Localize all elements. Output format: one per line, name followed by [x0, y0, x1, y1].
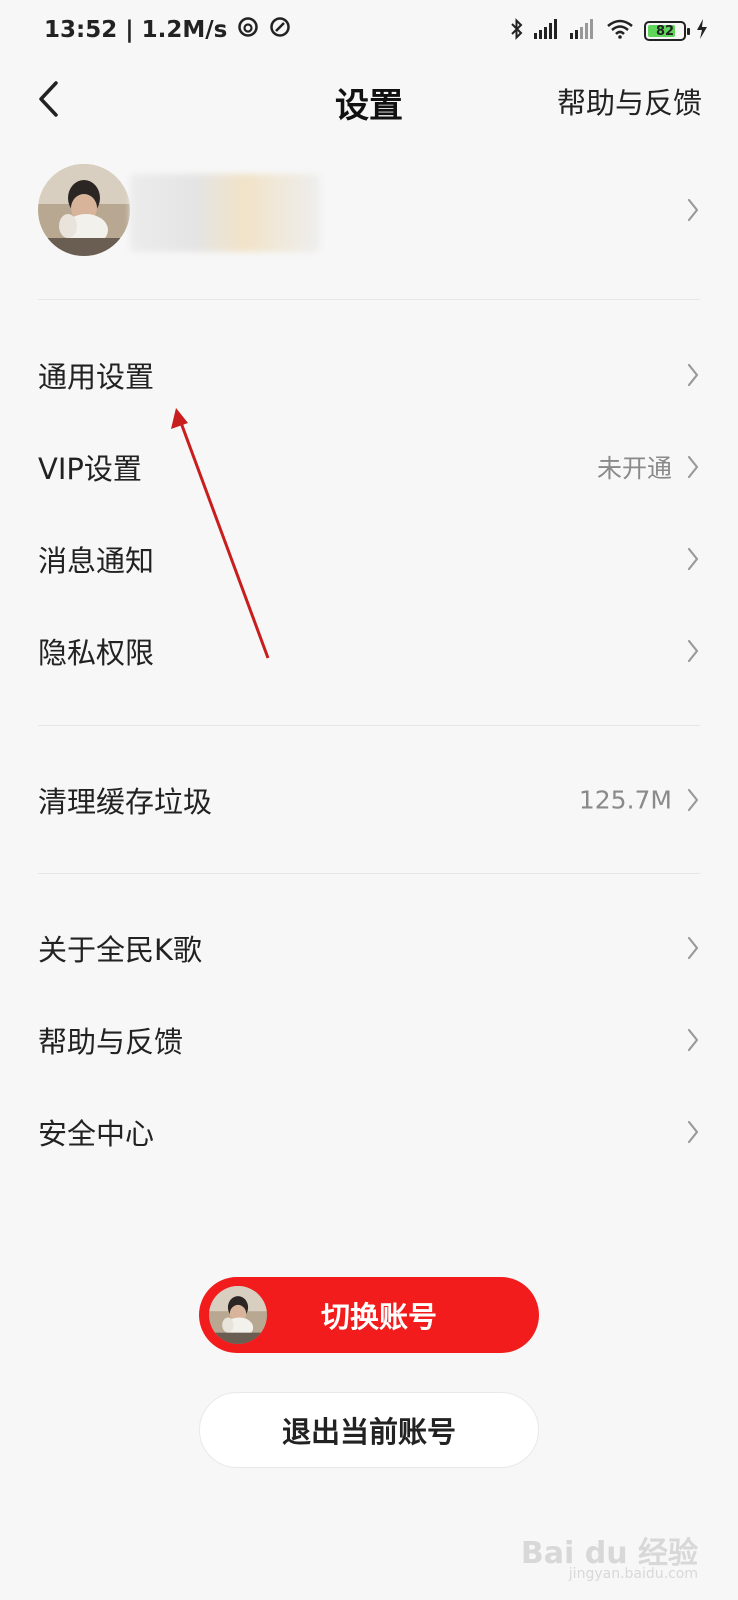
- status-time: 13:52 | 1.2M/s: [44, 17, 228, 43]
- signal-icon-2: [570, 19, 596, 43]
- logout-label: 退出当前账号: [281, 1415, 456, 1449]
- battery-level: 82: [655, 23, 675, 39]
- profile-row[interactable]: [38, 160, 700, 260]
- charging-icon: [696, 19, 708, 43]
- settings-row-help[interactable]: 帮助与反馈: [38, 994, 700, 1086]
- bluetooth-icon: [510, 18, 524, 44]
- avatar: [38, 164, 130, 256]
- nav-bar: 设置 帮助与反馈: [0, 64, 738, 134]
- chevron-right-icon: [687, 639, 699, 663]
- settings-row-notifications[interactable]: 消息通知: [38, 513, 700, 605]
- row-label: 通用设置: [38, 360, 155, 394]
- row-label: VIP设置: [38, 452, 142, 486]
- chevron-right-icon: [687, 936, 699, 960]
- logout-button[interactable]: 退出当前账号: [199, 1392, 539, 1468]
- back-arrow-icon: [39, 81, 58, 117]
- app-notification-icon: [269, 16, 291, 44]
- settings-row-clear-cache[interactable]: 清理缓存垃圾 125.7M: [38, 754, 700, 846]
- switch-account-label: 切换账号: [320, 1300, 437, 1334]
- switch-account-button[interactable]: 切换账号: [199, 1277, 539, 1353]
- signal-icon: [534, 19, 560, 43]
- settings-row-vip[interactable]: VIP设置 未开通: [38, 421, 700, 513]
- chevron-right-icon: [687, 363, 699, 387]
- wifi-icon: [606, 19, 634, 43]
- vip-status-value: 未开通: [596, 454, 672, 483]
- divider: [38, 299, 700, 300]
- chevron-right-icon: [687, 1028, 699, 1052]
- row-label: 关于全民K歌: [38, 933, 203, 967]
- chevron-right-icon: [687, 455, 699, 479]
- status-bar: 13:52 | 1.2M/s 82: [0, 0, 738, 64]
- settings-row-about[interactable]: 关于全民K歌: [38, 902, 700, 994]
- netease-icon: [237, 16, 259, 44]
- settings-row-privacy[interactable]: 隐私权限: [38, 605, 700, 697]
- row-label: 隐私权限: [38, 636, 155, 670]
- divider: [38, 873, 700, 874]
- baidu-watermark-url: jingyan.baidu.com: [568, 1566, 698, 1582]
- chevron-right-icon: [687, 1120, 699, 1144]
- battery-icon: 82: [644, 21, 690, 41]
- divider: [38, 725, 700, 726]
- settings-row-general[interactable]: 通用设置: [38, 329, 700, 421]
- blurred-username: [130, 174, 320, 252]
- settings-row-security[interactable]: 安全中心: [38, 1086, 700, 1178]
- help-feedback-link[interactable]: 帮助与反馈: [557, 80, 702, 122]
- chevron-right-icon: [687, 547, 699, 571]
- row-label: 帮助与反馈: [38, 1025, 184, 1059]
- chevron-right-icon: [687, 198, 699, 222]
- back-button[interactable]: [30, 76, 70, 122]
- row-label: 消息通知: [38, 544, 155, 578]
- cache-size-value: 125.7M: [578, 785, 672, 815]
- row-label: 安全中心: [38, 1117, 155, 1151]
- chevron-right-icon: [687, 788, 699, 812]
- row-label: 清理缓存垃圾: [38, 785, 213, 819]
